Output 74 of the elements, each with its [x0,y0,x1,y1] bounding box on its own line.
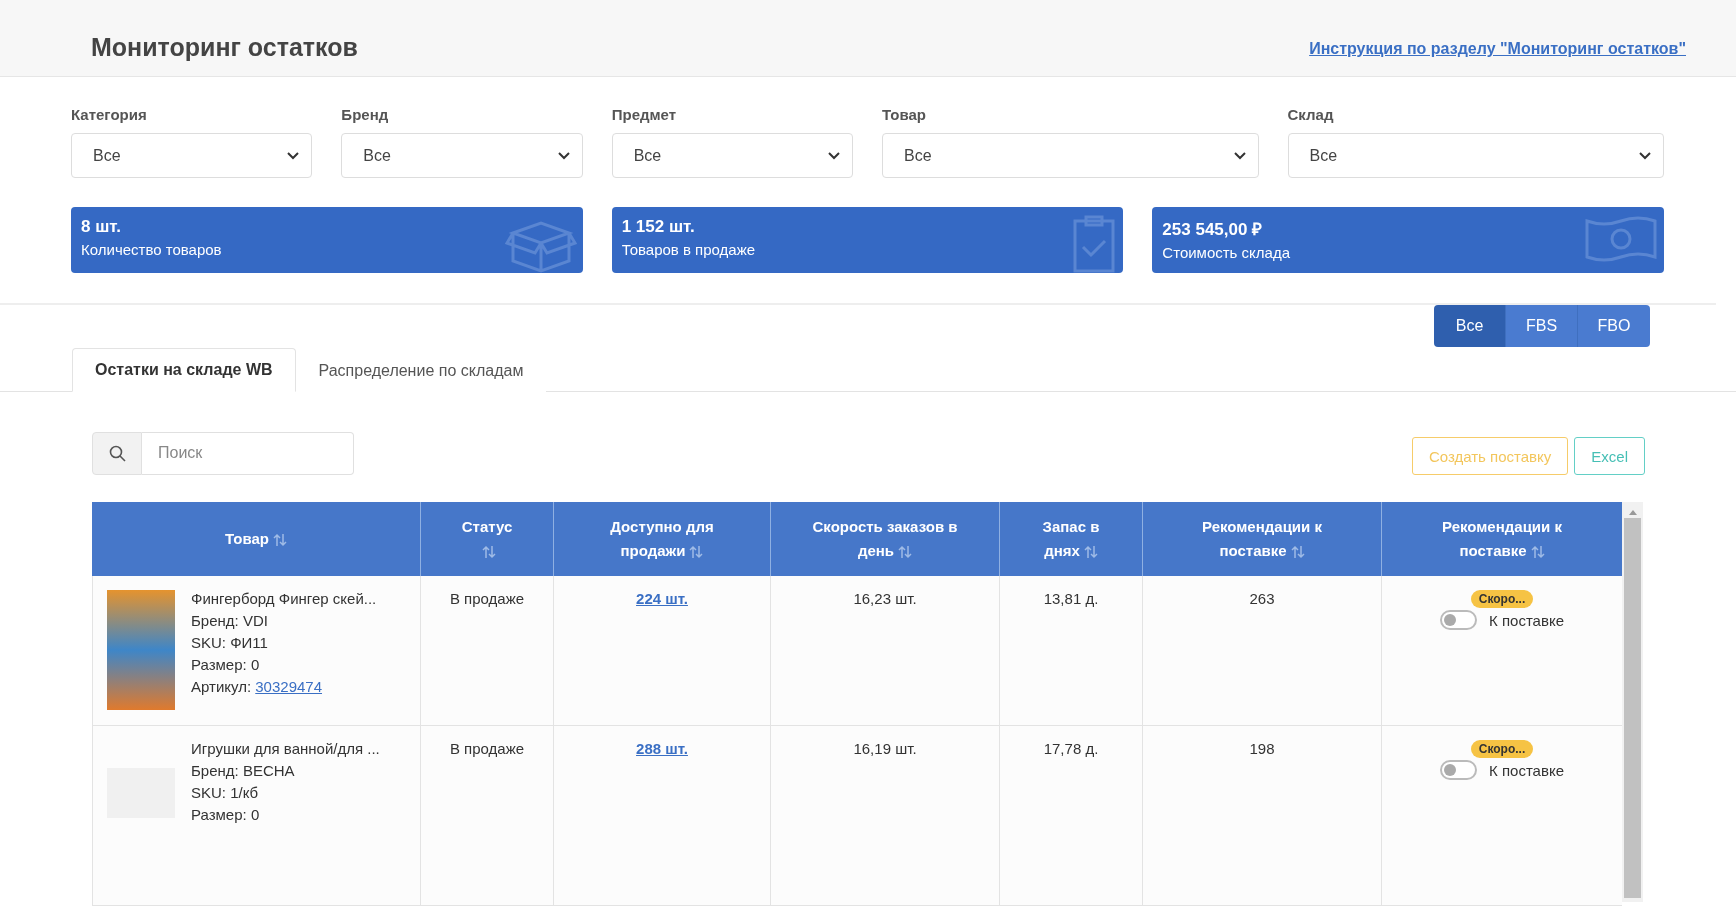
filter-select[interactable]: Все [341,133,583,178]
chevron-down-icon [557,151,570,160]
toggle-label: К поставке [1489,611,1564,629]
scrollbar[interactable] [1622,502,1643,902]
table-cell: 198 [1249,740,1275,757]
table-cell: 17,78 д. [1043,740,1099,757]
product-name[interactable]: Игрушки для ванной/для ... [191,740,380,757]
stat-value: 8 шт. [81,217,122,237]
column-header[interactable]: Рекомендации к поставке [1381,502,1622,576]
scroll-up-icon[interactable] [1627,508,1638,516]
toggle-switch[interactable] [1440,610,1477,630]
tab[interactable]: Остатки на складе WB [72,348,296,392]
column-header[interactable]: Запас в днях [999,502,1142,576]
sort-icon[interactable] [1530,545,1545,560]
stat-value: 253 545,00 ₽ [1162,219,1264,240]
search-icon [108,444,126,462]
filter-select[interactable]: Все [611,133,854,178]
sort-icon[interactable] [1083,545,1098,560]
table-cell: 16,19 шт. [853,740,917,757]
column-header[interactable]: Скорость заказов в день [770,502,999,576]
table-cell: 263 [1249,590,1275,607]
mode-button[interactable]: FBS [1506,305,1578,347]
product-size: Размер: 0 [191,806,261,823]
table-cell: 16,23 шт. [853,590,917,607]
mode-button[interactable]: FBO [1578,305,1650,347]
stat-label: Количество товаров [81,241,223,258]
sort-icon[interactable] [689,545,704,560]
filter-label: Склад [1287,106,1335,123]
column-header[interactable]: Доступно для продажи [553,502,770,576]
product-name[interactable]: Фингерборд Фингер скей... [191,590,377,607]
sort-icon[interactable] [898,545,913,560]
product-brand: Бренд: VDI [191,612,269,629]
toggle-label: К поставке [1489,761,1564,779]
product-sku: SKU: ФИ11 [191,634,269,651]
clipboard-check-icon [1071,213,1118,273]
filter-label: Категория [71,106,148,123]
mode-button[interactable]: Все [1434,305,1506,347]
scrollbar-thumb[interactable] [1624,518,1641,898]
page-title: Мониторинг остатков [91,33,358,62]
product-article: Артикул: 30329474 [191,678,323,695]
available-link[interactable]: 288 шт. [636,740,688,757]
sort-icon[interactable] [272,533,287,548]
stat-value: 1 152 шт. [621,217,696,237]
chevron-down-icon [1639,151,1651,160]
filter-label: Бренд [341,106,390,123]
status-text: В продаже [449,590,525,607]
sort-icon[interactable] [482,545,496,560]
column-header[interactable]: Рекомендации к поставке [1142,502,1381,576]
stat-label: Товаров в продаже [621,241,757,258]
search-button[interactable] [92,431,142,475]
stat-label: Стоимость склада [1162,244,1292,261]
status-badge: Скоро... [1470,590,1534,608]
search-field[interactable]: Поиск [142,431,354,475]
product-sku: SKU: 1/кб [191,784,260,801]
chevron-down-icon [828,151,841,160]
status-badge: Скоро... [1470,740,1534,758]
sort-icon[interactable] [1290,545,1305,560]
filter-label: Предмет [611,106,678,123]
column-header[interactable]: Статус [420,502,553,576]
chevron-down-icon [287,151,300,160]
column-header[interactable]: Товар [92,502,420,576]
product-brand: Бренд: ВЕСНА [191,762,296,779]
article-link[interactable]: 30329474 [255,678,322,695]
table-cell: 13,81 д. [1043,590,1099,607]
toggle-switch[interactable] [1440,760,1477,780]
chevron-down-icon [1233,151,1246,160]
help-link[interactable]: Инструкция по разделу "Мониторинг остатков" [1309,40,1686,58]
filter-select[interactable]: Все [882,133,1259,178]
filter-select[interactable]: Все [71,133,313,178]
product-size: Размер: 0 [191,656,261,673]
filter-label: Товар [882,106,927,123]
status-text: В продаже [449,740,525,757]
available-link[interactable]: 224 шт. [636,590,688,607]
filter-select[interactable]: Все [1287,133,1664,178]
